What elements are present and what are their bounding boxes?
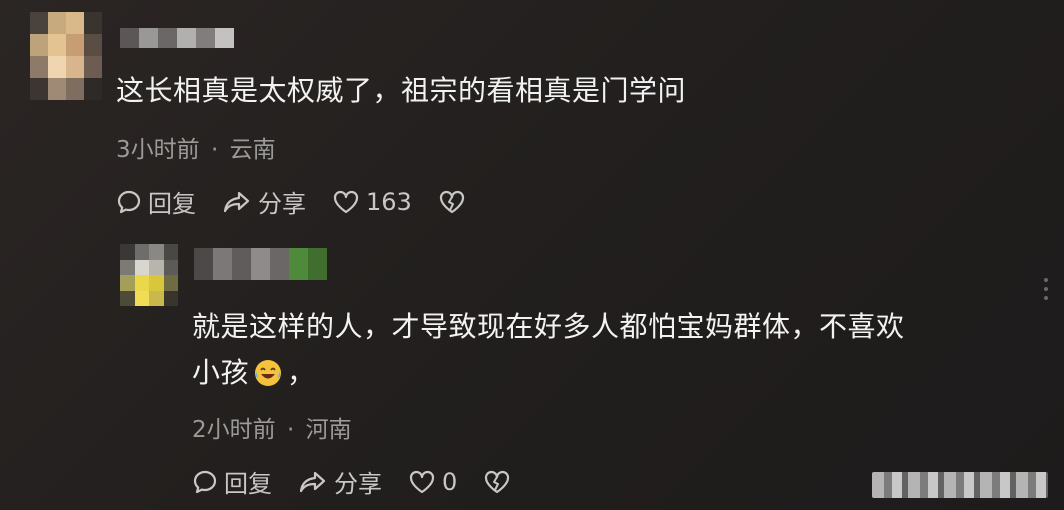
- comment-text-line-2: 小孩 ，: [192, 350, 1052, 396]
- timestamp: 3小时前: [116, 137, 200, 163]
- meta-separator: ·: [210, 137, 219, 163]
- share-label: 分享: [258, 190, 306, 218]
- crying-laughing-emoji-icon: [255, 360, 282, 386]
- comment-text-line-2-text: 小孩: [192, 356, 250, 389]
- comment-text: 这长相真是太权威了，祖宗的看相真是门学问: [116, 74, 687, 107]
- share-button[interactable]: 分享: [222, 184, 306, 219]
- dislike-button[interactable]: [483, 469, 511, 495]
- reply-label: 回复: [224, 470, 272, 498]
- comment-actions: 回复 分享 0: [192, 464, 511, 499]
- dislike-button[interactable]: [438, 189, 466, 215]
- comment-bubble-icon: [117, 190, 141, 213]
- avatar[interactable]: [120, 244, 178, 306]
- heart-icon: [333, 190, 359, 213]
- share-label: 分享: [334, 470, 382, 498]
- username-blurred[interactable]: [120, 28, 234, 48]
- comment-text: 就是这样的人，才导致现在好多人都怕宝妈群体，不喜欢 小孩 ，: [192, 304, 1052, 396]
- comment-1: 这长相真是太权威了，祖宗的看相真是门学问 3小时前 · 云南 回复 分享 163: [0, 0, 1064, 230]
- location: 河南: [305, 417, 352, 443]
- like-button[interactable]: 163: [332, 188, 412, 216]
- broken-heart-icon: [485, 470, 510, 493]
- share-arrow-icon: [299, 471, 326, 492]
- location: 云南: [229, 137, 276, 163]
- reply-button[interactable]: 回复: [116, 184, 196, 219]
- reply-label: 回复: [148, 190, 196, 218]
- meta-separator: ·: [286, 417, 295, 443]
- reply-button[interactable]: 回复: [192, 464, 272, 499]
- share-button[interactable]: 分享: [298, 464, 382, 499]
- timestamp: 2小时前: [192, 417, 276, 443]
- broken-heart-icon: [439, 190, 464, 213]
- comment-2: 就是这样的人，才导致现在好多人都怕宝妈群体，不喜欢 小孩 ， 2小时前 · 河南…: [0, 230, 1064, 510]
- username-blurred[interactable]: [194, 248, 327, 280]
- share-arrow-icon: [223, 191, 250, 212]
- heart-icon: [409, 470, 435, 493]
- comment-text-line-2-suffix: ，: [287, 356, 316, 389]
- comment-bubble-icon: [193, 470, 217, 493]
- like-button[interactable]: 0: [408, 468, 457, 496]
- comment-actions: 回复 分享 163: [116, 184, 466, 219]
- comment-text-line-1: 就是这样的人，才导致现在好多人都怕宝妈群体，不喜欢: [192, 310, 905, 343]
- like-count: 163: [366, 187, 412, 216]
- avatar[interactable]: [30, 12, 102, 100]
- more-dots-icon[interactable]: [1044, 278, 1048, 300]
- watermark-blurred: [872, 472, 1048, 498]
- like-count: 0: [442, 467, 458, 496]
- comment-meta: 2小时前 · 河南: [192, 410, 352, 444]
- comment-meta: 3小时前 · 云南: [116, 130, 276, 164]
